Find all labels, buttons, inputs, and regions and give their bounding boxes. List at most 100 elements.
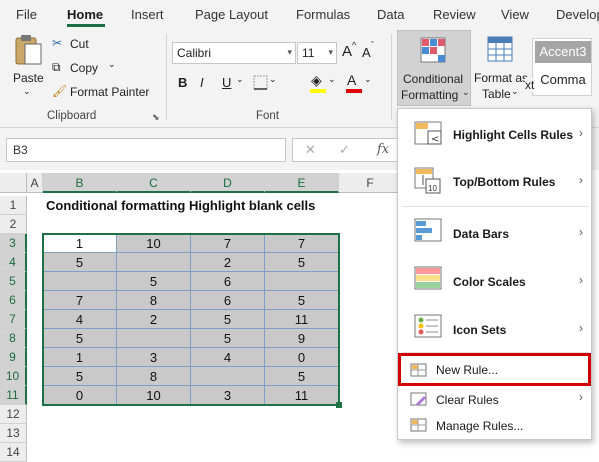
cut-button[interactable]: ✂ Cut — [52, 36, 112, 54]
menu-item-clear-rules[interactable]: Clear Rules › — [398, 387, 593, 413]
conditional-formatting-button[interactable]: Conditional Formatting ⌄ — [397, 30, 471, 106]
bold-button[interactable]: B — [178, 75, 187, 90]
clipboard-group-label: Clipboard — [47, 110, 97, 122]
tab-file[interactable]: File — [16, 7, 37, 22]
fill-color-button[interactable]: ◈ ⌄ — [308, 72, 336, 94]
menu-label: Highlight Cells Rules — [453, 128, 574, 142]
tab-view[interactable]: View — [501, 7, 529, 22]
format-as-table-label-2: Table — [482, 87, 511, 101]
row-header-14[interactable]: 14 — [0, 443, 27, 462]
row-header-8[interactable]: 8 — [0, 329, 27, 348]
copy-button[interactable]: ⧉ Copy ⌄ — [52, 59, 122, 78]
column-header-f[interactable]: F — [339, 173, 402, 193]
tab-data[interactable]: Data — [377, 7, 404, 22]
group-divider — [391, 34, 392, 120]
copy-label: Copy — [70, 61, 99, 75]
menu-label: Data Bars — [453, 227, 510, 241]
menu-item-icon-sets[interactable]: Icon Sets › — [398, 305, 593, 351]
row-header-7[interactable]: 7 — [0, 310, 27, 329]
tab-home[interactable]: Home — [67, 7, 103, 22]
chevron-down-icon: ⌄ — [269, 74, 277, 84]
cut-label: Cut — [70, 37, 89, 51]
chevron-right-icon: › — [579, 126, 583, 140]
conditional-formatting-icon — [420, 37, 446, 63]
data-bars-icon — [414, 218, 442, 242]
tab-developer[interactable]: Develop — [556, 7, 599, 22]
conditional-formatting-menu: < Highlight Cells Rules › 10 Top/Bottom … — [397, 108, 592, 440]
top10-badge: 10 — [428, 184, 437, 193]
italic-button[interactable]: I — [200, 75, 204, 90]
column-header-d[interactable]: D — [191, 173, 265, 193]
row-header-5[interactable]: 5 — [0, 272, 27, 291]
menu-item-top-bottom-rules[interactable]: 10 Top/Bottom Rules › — [398, 159, 593, 205]
row-header-10[interactable]: 10 — [0, 367, 27, 386]
style-accent3[interactable]: Accent3 — [535, 41, 591, 63]
row-header-12[interactable]: 12 — [0, 405, 27, 424]
manage-rules-icon — [410, 418, 427, 432]
row-header-6[interactable]: 6 — [0, 291, 27, 310]
menu-item-data-bars[interactable]: Data Bars › — [398, 209, 593, 255]
row-header-2[interactable]: 2 — [0, 215, 27, 234]
tab-formulas[interactable]: Formulas — [296, 7, 350, 22]
tab-page-layout[interactable]: Page Layout — [195, 7, 268, 22]
column-header-a[interactable]: A — [27, 173, 43, 193]
fill-handle[interactable] — [336, 402, 342, 408]
borders-button[interactable]: ⌄ — [251, 72, 277, 94]
fill-color-swatch — [310, 89, 326, 93]
select-all-corner[interactable] — [0, 173, 27, 193]
caret-down-icon: ˇ — [371, 40, 374, 50]
name-box[interactable]: B3 — [6, 138, 286, 162]
menu-label: New Rule... — [436, 363, 499, 377]
color-scales-icon — [414, 266, 442, 290]
font-size-select[interactable]: 11 ▾ — [297, 42, 337, 64]
cell-styles-gallery: Accent3 Comma — [532, 38, 592, 96]
chevron-right-icon: › — [579, 321, 583, 335]
menu-label: Icon Sets — [453, 323, 507, 337]
menu-label: Clear Rules — [436, 393, 499, 407]
row-header-1[interactable]: 1 — [0, 196, 27, 215]
insert-function-button[interactable]: fx — [377, 142, 389, 157]
column-header-c[interactable]: C — [117, 173, 191, 193]
font-color-button[interactable]: A ⌄ — [344, 72, 372, 94]
chevron-down-icon: ⌄ — [236, 74, 244, 84]
row-header-13[interactable]: 13 — [0, 424, 27, 443]
menu-label: Top/Bottom Rules — [453, 175, 556, 189]
row-header-3[interactable]: 3 — [0, 234, 27, 253]
cancel-icon[interactable]: ✕ — [305, 142, 316, 158]
chevron-down-icon: ⌄ — [23, 86, 31, 96]
chevron-right-icon: › — [579, 173, 583, 187]
menu-item-highlight-cells-rules[interactable]: < Highlight Cells Rules › — [398, 111, 593, 157]
column-header-b[interactable]: B — [43, 173, 117, 193]
menu-item-new-rule[interactable]: New Rule... — [398, 353, 593, 387]
grow-font-button[interactable]: A — [342, 43, 352, 60]
enter-icon[interactable]: ✓ — [339, 142, 350, 158]
menu-separator — [402, 206, 589, 207]
format-painter-button[interactable]: 🖌 Format Painter — [52, 84, 152, 102]
menu-item-manage-rules[interactable]: Manage Rules... — [398, 413, 593, 439]
tab-review[interactable]: Review — [433, 7, 476, 22]
shrink-font-button[interactable]: A — [362, 45, 371, 60]
underline-button[interactable]: U — [222, 75, 231, 90]
font-color-swatch — [346, 89, 362, 93]
sheet-title: Conditional formatting Highlight blank c… — [46, 198, 316, 213]
format-as-table-button[interactable]: Format as Table ⌄ — [474, 30, 528, 106]
row-header-11[interactable]: 11 — [0, 386, 27, 405]
menu-item-color-scales[interactable]: Color Scales › — [398, 257, 593, 303]
font-color-icon: A — [347, 72, 357, 88]
font-name-select[interactable]: Calibri ▾ — [172, 42, 296, 64]
paste-button[interactable]: Paste ⌄ — [8, 34, 48, 104]
tab-insert[interactable]: Insert — [131, 7, 164, 22]
chevron-right-icon: › — [579, 390, 583, 404]
style-comma[interactable]: Comma — [535, 69, 591, 91]
font-group-label: Font — [256, 110, 280, 122]
copy-icon: ⧉ — [52, 60, 61, 74]
menu-label: Color Scales — [453, 275, 526, 289]
row-header-4[interactable]: 4 — [0, 253, 27, 272]
chevron-down-icon: ▾ — [328, 47, 333, 57]
row-header-9[interactable]: 9 — [0, 348, 27, 367]
chevron-down-icon: ⌄ — [462, 87, 470, 97]
column-header-e[interactable]: E — [265, 173, 339, 193]
icon-sets-icon — [414, 314, 442, 338]
dialog-launcher-icon[interactable]: ⬊ — [152, 112, 160, 123]
ribbon-tabs: File Home Insert Page Layout Formulas Da… — [0, 0, 599, 28]
